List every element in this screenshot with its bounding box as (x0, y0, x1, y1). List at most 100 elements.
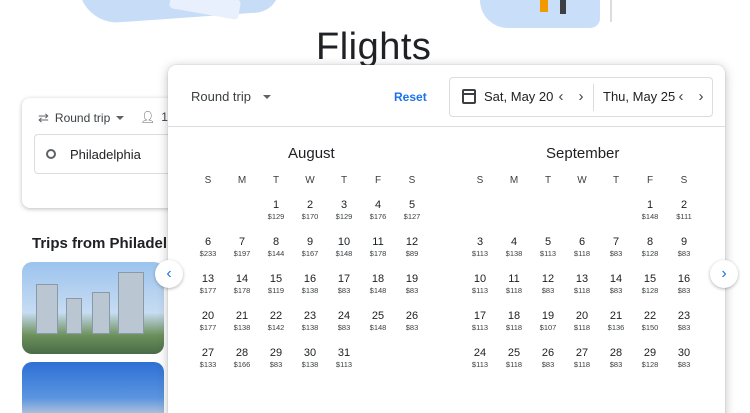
day-price: $138 (301, 323, 319, 332)
calendar-day[interactable]: 21 $136 (601, 310, 631, 333)
calendar-day[interactable]: 2 $170 (295, 199, 325, 222)
calendar-day[interactable]: 12 $89 (397, 236, 427, 259)
trip-type-dropdown[interactable]: ⇄ Round trip (38, 110, 125, 126)
calendar-day[interactable]: 20 $118 (567, 310, 597, 333)
day-number: 11 (372, 236, 384, 248)
calendar-day[interactable]: 11 $118 (499, 273, 529, 296)
calendar-day[interactable]: 13 $177 (193, 273, 223, 296)
calendar-day[interactable]: 1 $148 (635, 199, 665, 222)
calendar-day[interactable]: 15 $119 (261, 273, 291, 296)
calendar-day[interactable]: 27 $133 (193, 347, 223, 370)
calendar-day[interactable]: 14 $178 (227, 273, 257, 296)
calendar-day[interactable]: 24 $83 (329, 310, 359, 333)
calendar-day[interactable]: 27 $118 (567, 347, 597, 370)
depart-prev-icon[interactable]: ‹ (552, 87, 570, 107)
day-price: $83 (337, 323, 351, 332)
day-number: 10 (473, 273, 487, 285)
return-prev-icon[interactable]: ‹ (672, 87, 690, 107)
calendar-day[interactable]: 26 $83 (397, 310, 427, 333)
calendar-day[interactable]: 26 $83 (533, 347, 563, 370)
day-price: $113 (471, 286, 489, 295)
day-price: $167 (301, 249, 319, 258)
calendar-day[interactable]: 30 $138 (295, 347, 325, 370)
calendar-day[interactable]: 25 $148 (363, 310, 393, 333)
calendar-day[interactable]: 4 $176 (363, 199, 393, 222)
next-month-button[interactable]: › (710, 260, 738, 288)
calendar-day[interactable]: 21 $138 (227, 310, 257, 333)
passenger-count: 1 (161, 110, 168, 124)
calendar-day[interactable]: 3 $113 (465, 236, 495, 259)
calendar-day[interactable]: 15 $128 (635, 273, 665, 296)
calendar-day[interactable]: 16 $138 (295, 273, 325, 296)
calendar-day[interactable]: 28 $83 (601, 347, 631, 370)
prev-month-button[interactable]: ‹ (155, 260, 183, 288)
calendar-day[interactable]: 5 $127 (397, 199, 427, 222)
calendar-day[interactable]: 6 $118 (567, 236, 597, 259)
day-number: 3 (476, 236, 484, 248)
calendar-day[interactable]: 18 $148 (363, 273, 393, 296)
calendar-day[interactable]: 13 $118 (567, 273, 597, 296)
popup-trip-type-label: Round trip (191, 89, 251, 104)
day-number: 21 (609, 310, 623, 322)
calendar-day[interactable]: 29 $128 (635, 347, 665, 370)
calendar-day[interactable]: 17 $83 (329, 273, 359, 296)
day-number: 1 (646, 199, 654, 211)
calendar-day[interactable]: 9 $167 (295, 236, 325, 259)
calendar-day[interactable]: 30 $83 (669, 347, 699, 370)
reset-button[interactable]: Reset (394, 90, 427, 104)
calendar-day[interactable]: 25 $118 (499, 347, 529, 370)
calendar-day[interactable]: 19 $83 (397, 273, 427, 296)
calendar-day[interactable]: 6 $233 (193, 236, 223, 259)
calendar-day[interactable]: 18 $118 (499, 310, 529, 333)
calendar-day[interactable]: 10 $148 (329, 236, 359, 259)
calendar-icon (462, 89, 476, 104)
calendar-day[interactable]: 14 $83 (601, 273, 631, 296)
day-price: $118 (573, 360, 591, 369)
calendar-day[interactable]: 22 $150 (635, 310, 665, 333)
day-price: $118 (573, 286, 591, 295)
calendar-day[interactable]: 17 $113 (465, 310, 495, 333)
destination-photo[interactable] (22, 362, 164, 413)
calendar-day[interactable]: 20 $177 (193, 310, 223, 333)
calendar-day[interactable]: 4 $138 (499, 236, 529, 259)
depart-date[interactable]: Sat, May 20 (484, 89, 553, 104)
day-price: $83 (677, 286, 691, 295)
calendar-day[interactable]: 22 $142 (261, 310, 291, 333)
day-number: 2 (306, 199, 314, 211)
calendar-day[interactable]: 7 $197 (227, 236, 257, 259)
origin-circle-icon (46, 149, 56, 159)
calendar-day[interactable]: 31 $113 (329, 347, 359, 370)
calendar-day[interactable]: 7 $83 (601, 236, 631, 259)
calendar-day[interactable]: 10 $113 (465, 273, 495, 296)
calendar-day[interactable]: 3 $129 (329, 199, 359, 222)
depart-next-icon[interactable]: › (572, 87, 590, 107)
calendar-day[interactable]: 8 $128 (635, 236, 665, 259)
day-number: 10 (337, 236, 351, 248)
calendar-day[interactable]: 24 $113 (465, 347, 495, 370)
day-price: $113 (539, 249, 557, 258)
calendar-day[interactable]: 28 $166 (227, 347, 257, 370)
day-number: 19 (541, 310, 555, 322)
passengers-dropdown[interactable]: 👤︎ 1 (140, 110, 168, 124)
calendar-day[interactable]: 19 $107 (533, 310, 563, 333)
calendar-day[interactable]: 11 $178 (363, 236, 393, 259)
calendar-day[interactable]: 23 $83 (669, 310, 699, 333)
calendar-day[interactable]: 2 $111 (669, 199, 699, 222)
calendar-day[interactable]: 12 $83 (533, 273, 563, 296)
day-price: $150 (641, 323, 659, 332)
popup-trip-type-dropdown[interactable]: Round trip (191, 89, 271, 104)
calendar-day[interactable]: 1 $129 (261, 199, 291, 222)
calendar-day[interactable]: 23 $138 (295, 310, 325, 333)
calendar-day[interactable]: 8 $144 (261, 236, 291, 259)
destination-photo[interactable] (22, 262, 164, 354)
return-date[interactable]: Thu, May 25 (603, 89, 675, 104)
weekday-label: T (340, 175, 348, 186)
return-next-icon[interactable]: › (692, 87, 710, 107)
calendar-day[interactable]: 16 $83 (669, 273, 699, 296)
day-number: 25 (371, 310, 385, 322)
day-number: 4 (374, 199, 382, 211)
calendar-day[interactable]: 29 $83 (261, 347, 291, 370)
calendar-day[interactable]: 9 $83 (669, 236, 699, 259)
day-price: $148 (369, 286, 387, 295)
calendar-day[interactable]: 5 $113 (533, 236, 563, 259)
